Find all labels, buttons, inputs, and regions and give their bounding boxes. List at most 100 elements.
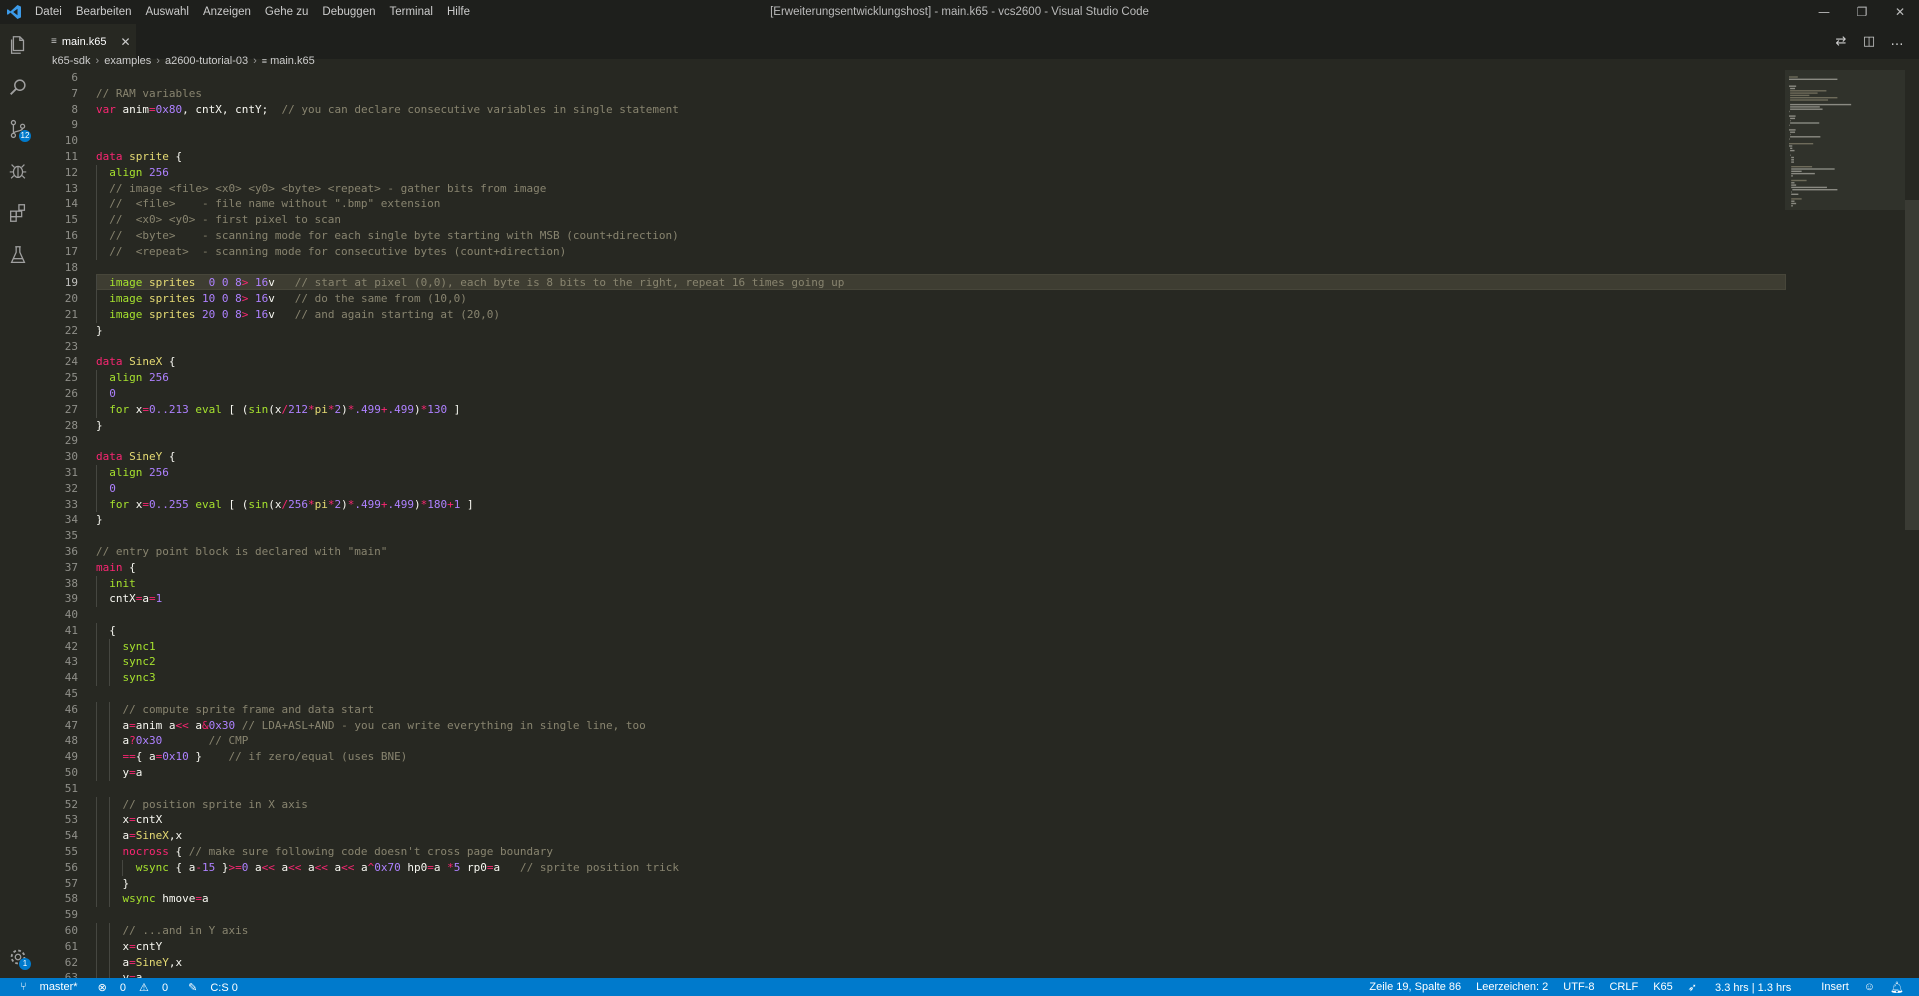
source-control-button[interactable]: 12 (0, 108, 36, 150)
menu-datei[interactable]: Datei (28, 0, 69, 24)
code-line[interactable] (96, 260, 1786, 276)
code-line[interactable]: wsync { a-15 }>=0 a<< a<< a<< a<< a^0x70… (96, 859, 1786, 876)
code-line[interactable]: a=SineX,x (96, 828, 1786, 845)
code-line[interactable]: data sprite { (96, 149, 1786, 165)
restore-button[interactable]: ❐ (1843, 0, 1881, 24)
code-line[interactable]: { (96, 622, 1786, 639)
code-line[interactable]: sync2 (96, 654, 1786, 671)
code-line[interactable] (96, 117, 1786, 133)
code-line[interactable]: a=anim a<< a&0x30 // LDA+ASL+AND - you c… (96, 717, 1786, 734)
code-line[interactable] (96, 607, 1786, 623)
menu-gehe-zu[interactable]: Gehe zu (258, 0, 315, 24)
code-line[interactable]: y=a (96, 765, 1786, 781)
code-line[interactable]: 0 (96, 480, 1786, 497)
code-line[interactable]: 0 (96, 385, 1786, 402)
search-button[interactable] (0, 66, 36, 108)
code-line[interactable]: } (96, 875, 1786, 892)
breadcrumb-k65-sdk[interactable]: k65-sdk (52, 55, 91, 67)
code-line[interactable]: sync3 (96, 670, 1786, 687)
code-line[interactable]: align 256 (96, 370, 1786, 386)
code-line[interactable]: // ...and in Y axis (96, 923, 1786, 939)
code-line[interactable]: } (96, 512, 1786, 528)
code-line[interactable]: for x=0..255 eval [ (sin(x/256*pi*2)*.49… (96, 496, 1786, 513)
code-line[interactable]: image sprites 20 0 8> 16v // and again s… (96, 306, 1786, 323)
code-line[interactable]: image sprites 10 0 8> 16v // do the same… (96, 291, 1786, 307)
code-editor[interactable]: 6 7 8 9 10 11 12 13 14 15 16 17 18 19 20 21 22 23 24 25 26 27… (36, 70, 1919, 978)
input-mode[interactable]: Insert (1821, 981, 1849, 993)
code-line[interactable]: // position sprite in X axis (96, 796, 1786, 813)
problems-item[interactable]: ⊗ 0 ⚠ 0 (88, 981, 169, 994)
smiley-icon[interactable]: ☺ (1864, 981, 1875, 993)
code-line[interactable]: =={ a=0x10 } // if zero/equal (uses BNE) (96, 749, 1786, 766)
code-line[interactable]: // <byte> - scanning mode for each singl… (96, 227, 1786, 244)
code-line[interactable]: y=a (96, 970, 1786, 978)
code-line[interactable] (96, 133, 1786, 149)
code-line[interactable]: // entry point block is declared with "m… (96, 544, 1786, 560)
code-line[interactable]: align 256 (96, 164, 1786, 181)
code-line[interactable]: data SineY { (96, 449, 1786, 465)
encoding[interactable]: UTF-8 (1563, 981, 1594, 993)
code-line[interactable]: // <x0> <y0> - first pixel to scan (96, 212, 1786, 228)
code-line[interactable]: sync1 (96, 638, 1786, 655)
code-line[interactable]: // compute sprite frame and data start (96, 701, 1786, 718)
code-line[interactable]: for x=0..213 eval [ (sin(x/212*pi*2)*.49… (96, 401, 1786, 418)
explorer-button[interactable] (0, 24, 36, 66)
code-line[interactable] (96, 781, 1786, 797)
code-line[interactable]: // <repeat> - scanning mode for consecut… (96, 243, 1786, 260)
code-line[interactable]: // RAM variables (96, 86, 1786, 102)
code-line[interactable]: // <file> - file name without ".bmp" ext… (96, 196, 1786, 213)
menu-hilfe[interactable]: Hilfe (440, 0, 477, 24)
split-editor-icon[interactable]: ◫ (1855, 34, 1883, 49)
close-icon[interactable]: ✕ (120, 35, 130, 49)
code-line[interactable] (96, 528, 1786, 544)
cs-item[interactable]: ✎ C:S 0 (178, 981, 238, 994)
menu-bearbeiten[interactable]: Bearbeiten (69, 0, 139, 24)
code-line[interactable]: data SineX { (96, 354, 1786, 370)
branch-item[interactable]: ⑂ master* (10, 981, 78, 993)
code-line[interactable]: init (96, 575, 1786, 592)
code-line[interactable]: a?0x30 // CMP (96, 733, 1786, 750)
scrollbar[interactable] (1905, 70, 1919, 978)
test-button[interactable] (0, 234, 36, 276)
code-line[interactable]: } (96, 418, 1786, 434)
code-line[interactable]: var anim=0x80, cntX, cntY; // you can de… (96, 102, 1786, 118)
manage-button[interactable]: 1 (0, 936, 36, 978)
breadcrumb-file[interactable]: main.k65 (270, 55, 315, 67)
code-line[interactable]: // image <file> <x0> <y0> <byte> <repeat… (96, 180, 1786, 197)
more-icon[interactable]: … (1883, 34, 1911, 49)
breadcrumb-tutorial[interactable]: a2600-tutorial-03 (165, 55, 248, 67)
language-mode[interactable]: K65 (1653, 981, 1673, 993)
menu-terminal[interactable]: Terminal (382, 0, 439, 24)
code-line[interactable] (96, 70, 1786, 86)
time-tracker[interactable]: ➶ 3.3 hrs | 1.3 hrs (1688, 981, 1807, 994)
code-line[interactable]: nocross { // make sure following code do… (96, 844, 1786, 860)
code-line[interactable]: x=cntX (96, 812, 1786, 829)
menu-auswahl[interactable]: Auswahl (138, 0, 195, 24)
bell-icon[interactable]: 🔔︎ (1890, 981, 1904, 994)
code-line[interactable]: x=cntY (96, 938, 1786, 955)
breadcrumb-examples[interactable]: examples (104, 55, 151, 67)
extensions-button[interactable] (0, 192, 36, 234)
code-line[interactable]: wsync hmove=a (96, 891, 1786, 908)
code-line[interactable]: a=SineY,x (96, 954, 1786, 971)
menu-anzeigen[interactable]: Anzeigen (196, 0, 258, 24)
compare-icon[interactable]: ⇄ (1827, 34, 1855, 49)
debug-button[interactable] (0, 150, 36, 192)
code-line[interactable]: cntX=a=1 (96, 591, 1786, 608)
code-line[interactable]: align 256 (96, 464, 1786, 481)
minimize-button[interactable]: — (1805, 0, 1843, 24)
code-lines[interactable]: // RAM variables var anim=0x80, cntX, cnt… (96, 70, 1786, 978)
code-line[interactable] (96, 907, 1786, 923)
close-window-button[interactable]: ✕ (1881, 0, 1919, 24)
code-line[interactable] (96, 339, 1786, 355)
menu-debuggen[interactable]: Debuggen (315, 0, 382, 24)
scrollbar-thumb[interactable] (1905, 200, 1919, 530)
code-line[interactable] (96, 686, 1786, 702)
indentation[interactable]: Leerzeichen: 2 (1476, 981, 1548, 993)
cursor-position[interactable]: Zeile 19, Spalte 86 (1369, 981, 1461, 993)
minimap[interactable] (1785, 70, 1905, 978)
code-line[interactable]: main { (96, 560, 1786, 576)
code-line[interactable]: image sprites 0 0 8> 16v // start at pix… (96, 275, 1786, 292)
code-line[interactable]: } (96, 323, 1786, 339)
end-of-line[interactable]: CRLF (1609, 981, 1638, 993)
